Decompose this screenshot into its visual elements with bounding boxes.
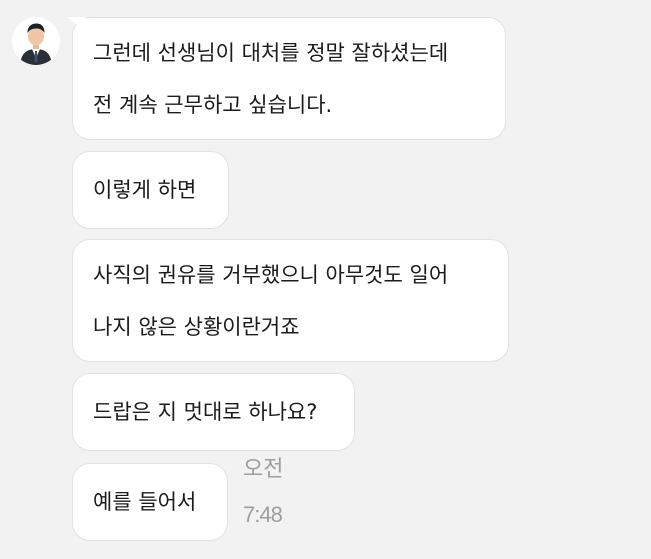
message-text: 예를 들어서: [93, 490, 197, 514]
message-text: 나지 않은 상황이란거죠: [93, 314, 300, 339]
message-text: 그런데 선생님이 대처를 정말 잘하셨는데: [93, 40, 449, 65]
message-text: 드랍은 지 멋대로 하나요?: [93, 400, 318, 424]
message-bubble[interactable]: 이렇게 하면: [72, 151, 229, 229]
timestamp-time: 7:48: [243, 502, 283, 527]
message-text: 이렇게 하면: [93, 178, 197, 202]
message-bubble[interactable]: 그런데 선생님이 대처를 정말 잘하셨는데 전 계속 근무하고 싶습니다.: [72, 17, 506, 140]
person-avatar-icon: [12, 17, 60, 65]
avatar[interactable]: [12, 17, 60, 65]
message-bubble[interactable]: 사직의 권유를 거부했으니 아무것도 일어 나지 않은 상황이란거죠: [72, 239, 509, 362]
message-bubble[interactable]: 예를 들어서: [72, 463, 228, 541]
message-text: 전 계속 근무하고 싶습니다.: [93, 92, 333, 117]
message-timestamp: 오전 7:48: [243, 456, 283, 528]
timestamp-ampm: 오전: [243, 456, 284, 481]
message-text: 사직의 권유를 거부했으니 아무것도 일어: [93, 262, 449, 287]
chat-thread: 그런데 선생님이 대처를 정말 잘하셨는데 전 계속 근무하고 싶습니다. 이렇…: [0, 0, 651, 559]
message-bubble[interactable]: 드랍은 지 멋대로 하나요?: [72, 373, 355, 451]
